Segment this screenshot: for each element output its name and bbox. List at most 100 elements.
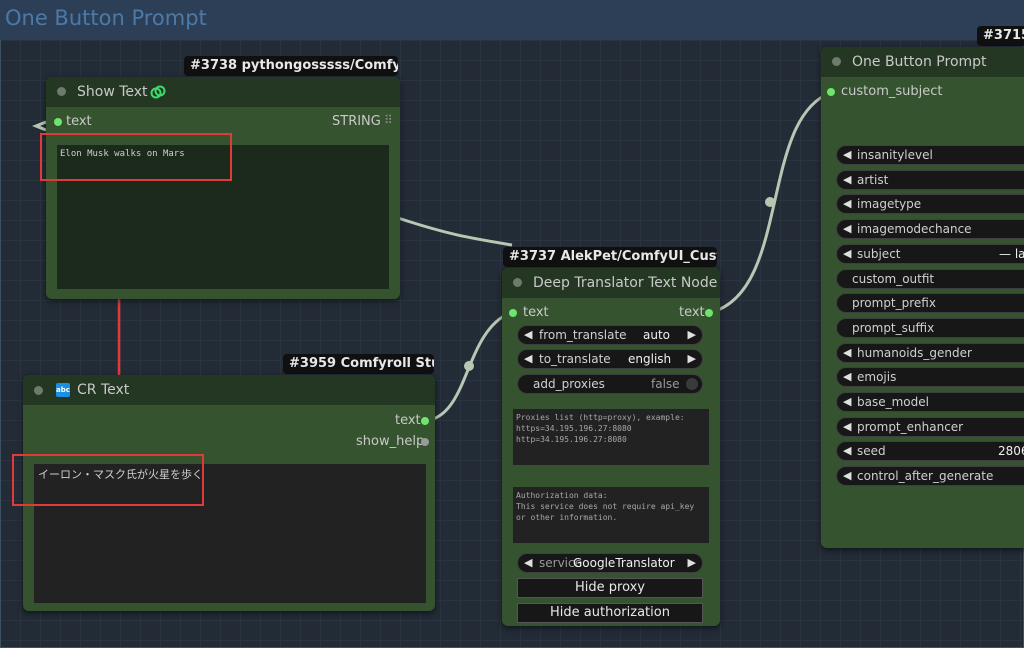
wire-show-text-to-deep-translator bbox=[397, 216, 513, 247]
collapse-dot-icon[interactable] bbox=[34, 386, 43, 395]
widget-label: imagetype bbox=[857, 197, 922, 212]
cr-text-node-badge: #3959 Comfyroll Studio bbox=[283, 354, 434, 374]
wire-stub-show-text-input bbox=[31, 120, 47, 132]
widget-label: subject bbox=[857, 246, 901, 261]
wire-reroute-dot bbox=[765, 197, 775, 207]
widget-label: base_model bbox=[857, 395, 929, 409]
widget-label: prompt_prefix bbox=[852, 296, 936, 311]
widget-value: 2806 bbox=[998, 444, 1024, 459]
abc-text-icon: abc bbox=[56, 383, 70, 397]
deep-translator-node[interactable]: Deep Translator Text Node text text ◀ fr… bbox=[502, 268, 720, 626]
prompt-widget-11[interactable]: ◀ prompt_enhancer bbox=[836, 416, 1024, 437]
collapse-dot-icon[interactable] bbox=[57, 87, 66, 96]
left-arrow-icon[interactable]: ◀ bbox=[524, 352, 532, 365]
widget-value: auto bbox=[643, 328, 671, 342]
prompt-widget-0[interactable]: ◀ insanitylevel bbox=[836, 145, 1024, 165]
right-arrow-icon[interactable]: ▶ bbox=[688, 556, 696, 569]
prompt-widget-7[interactable]: prompt_suffix bbox=[836, 317, 1024, 338]
prompt-widget-1[interactable]: ◀ artist bbox=[836, 169, 1024, 190]
prompt-widget-10[interactable]: ◀ base_model bbox=[836, 392, 1024, 412]
widget-label: add_proxies bbox=[533, 377, 605, 391]
widget-label: insanitylevel bbox=[857, 148, 933, 162]
widget-label: from_translate bbox=[539, 328, 627, 342]
wire-reroute-dot bbox=[464, 361, 474, 371]
one-button-prompt-node[interactable]: One Button Prompt custom_subject ◀ insani… bbox=[821, 47, 1024, 548]
prompt-widget-9[interactable]: ◀ emojis bbox=[836, 367, 1024, 388]
left-arrow-icon[interactable]: ◀ bbox=[843, 148, 851, 161]
input-slot-label: custom_subject bbox=[841, 84, 943, 99]
collapse-dot-icon[interactable] bbox=[832, 57, 841, 66]
output-slot-label: show_help bbox=[356, 434, 425, 449]
node-title: CR Text bbox=[77, 382, 130, 398]
left-arrow-icon[interactable]: ◀ bbox=[843, 370, 851, 383]
output-slot-dot[interactable] bbox=[421, 438, 429, 446]
from-translate-combo[interactable]: ◀ from_translate auto ▶ bbox=[517, 325, 703, 345]
node-title: Deep Translator Text Node bbox=[533, 275, 718, 291]
left-arrow-icon[interactable]: ◀ bbox=[843, 346, 851, 359]
prompt-widget-4[interactable]: ◀ subject — la bbox=[836, 243, 1024, 264]
left-arrow-icon[interactable]: ◀ bbox=[843, 173, 851, 186]
right-arrow-icon[interactable]: ▶ bbox=[688, 328, 696, 341]
widget-label: prompt_enhancer bbox=[857, 419, 964, 434]
link-icon bbox=[150, 85, 166, 99]
show-text-node[interactable]: Show Text text STRING ⠿ Elon Musk walks … bbox=[46, 77, 400, 299]
add-proxies-toggle[interactable]: add_proxies false bbox=[517, 374, 703, 394]
input-slot-label: text bbox=[66, 114, 92, 129]
widget-label: imagemodechance bbox=[857, 222, 972, 237]
left-arrow-icon[interactable]: ◀ bbox=[843, 197, 851, 210]
toggle-knob[interactable] bbox=[686, 378, 698, 390]
widget-value: GoogleTranslator bbox=[573, 556, 675, 570]
widget-value: — la bbox=[999, 246, 1024, 261]
prompt-widget-6[interactable]: prompt_prefix bbox=[836, 293, 1024, 314]
service-combo[interactable]: ◀ service GoogleTranslator ▶ bbox=[517, 553, 703, 573]
hide-authorization-button[interactable]: Hide authorization bbox=[517, 603, 703, 623]
widget-label: emojis bbox=[857, 370, 897, 385]
hide-proxy-button[interactable]: Hide proxy bbox=[517, 578, 703, 598]
deep-translator-node-badge: #3737 AlekPet/ComfyUI_Custom_... bbox=[503, 247, 717, 267]
left-arrow-icon[interactable]: ◀ bbox=[843, 469, 851, 482]
annotation-box-translated-text bbox=[40, 133, 232, 181]
left-arrow-icon[interactable]: ◀ bbox=[843, 247, 851, 260]
input-slot-dot[interactable] bbox=[509, 309, 517, 317]
annotation-box-source-text bbox=[12, 454, 204, 506]
widget-label: humanoids_gender bbox=[857, 345, 972, 360]
output-slot-label: text bbox=[679, 305, 705, 320]
node-title: Show Text bbox=[77, 84, 148, 100]
prompt-widget-3[interactable]: ◀ imagemodechance bbox=[836, 219, 1024, 240]
left-arrow-icon[interactable]: ◀ bbox=[843, 222, 851, 235]
proxies-textarea[interactable]: Proxies list (http=proxy), example: http… bbox=[513, 409, 709, 465]
prompt-widget-13[interactable]: ◀ control_after_generate bbox=[836, 466, 1024, 487]
widget-label: custom_outfit bbox=[852, 271, 935, 286]
one-button-node-badge: #3715 ( bbox=[977, 26, 1024, 46]
prompt-widget-2[interactable]: ◀ imagetype bbox=[836, 194, 1024, 215]
prompt-widget-5[interactable]: custom_outfit bbox=[836, 268, 1024, 289]
node-canvas[interactable]: One Button Prompt #3738 pythongosssss/Co… bbox=[0, 0, 1024, 648]
widget-value: english bbox=[628, 352, 672, 366]
show-text-node-badge: #3738 pythongosssss/ComfyUI-C... bbox=[184, 56, 398, 76]
left-arrow-icon[interactable]: ◀ bbox=[843, 420, 851, 433]
collapse-dot-icon[interactable] bbox=[513, 278, 522, 287]
grid-icon[interactable]: ⠿ bbox=[384, 113, 393, 127]
to-translate-combo[interactable]: ◀ to_translate english ▶ bbox=[517, 349, 703, 369]
widget-label: seed bbox=[857, 444, 886, 459]
authorization-textarea[interactable]: Authorization data: This service does no… bbox=[513, 487, 709, 543]
output-slot-label: text bbox=[395, 413, 421, 428]
output-slot-dot[interactable] bbox=[705, 309, 713, 317]
prompt-widget-12[interactable]: ◀ seed 2806 bbox=[836, 441, 1024, 462]
output-slot-dot[interactable] bbox=[421, 417, 429, 425]
output-type-label: STRING bbox=[332, 114, 381, 129]
widget-label: control_after_generate bbox=[857, 469, 994, 484]
prompt-widget-8[interactable]: ◀ humanoids_gender bbox=[836, 342, 1024, 363]
input-slot-dot[interactable] bbox=[54, 118, 62, 126]
input-slot-label: text bbox=[523, 305, 549, 320]
node-title: One Button Prompt bbox=[852, 54, 987, 70]
widget-label: prompt_suffix bbox=[852, 320, 935, 335]
input-slot-dot[interactable] bbox=[827, 88, 835, 96]
widget-value: false bbox=[651, 377, 680, 391]
left-arrow-icon[interactable]: ◀ bbox=[843, 444, 851, 457]
left-arrow-icon[interactable]: ◀ bbox=[524, 556, 532, 569]
right-arrow-icon[interactable]: ▶ bbox=[688, 352, 696, 365]
left-arrow-icon[interactable]: ◀ bbox=[524, 328, 532, 341]
left-arrow-icon[interactable]: ◀ bbox=[843, 395, 851, 408]
widget-label: artist bbox=[857, 172, 889, 187]
